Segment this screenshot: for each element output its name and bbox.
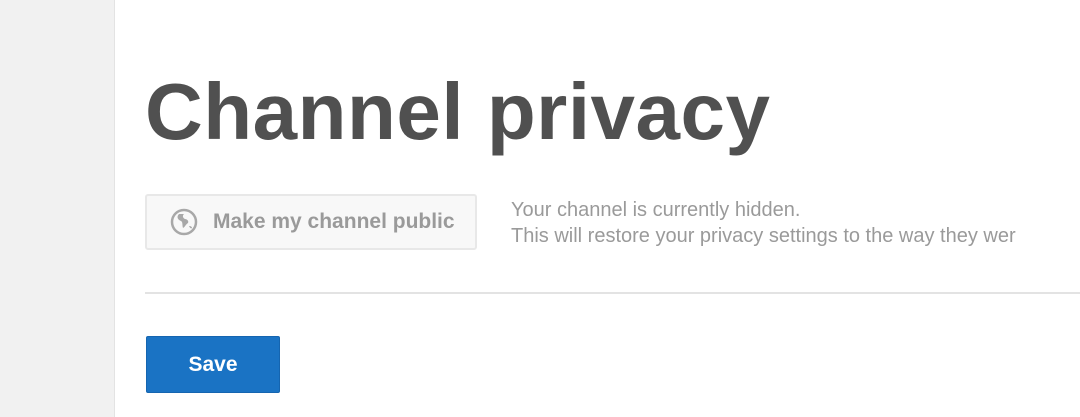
- section-divider: [145, 292, 1080, 294]
- globe-icon: [170, 208, 198, 236]
- status-line-restore: This will restore your privacy settings …: [511, 225, 1016, 247]
- left-sidebar: [0, 0, 115, 417]
- privacy-status-text: Your channel is currently hidden. This w…: [511, 197, 1016, 249]
- save-button[interactable]: Save: [146, 336, 280, 393]
- make-channel-public-label: Make my channel public: [213, 210, 455, 233]
- main-content: Channel privacy Make my channel public Y…: [115, 0, 1080, 417]
- make-channel-public-button[interactable]: Make my channel public: [145, 194, 477, 250]
- status-line-hidden: Your channel is currently hidden.: [511, 199, 801, 221]
- page-title: Channel privacy: [145, 67, 771, 156]
